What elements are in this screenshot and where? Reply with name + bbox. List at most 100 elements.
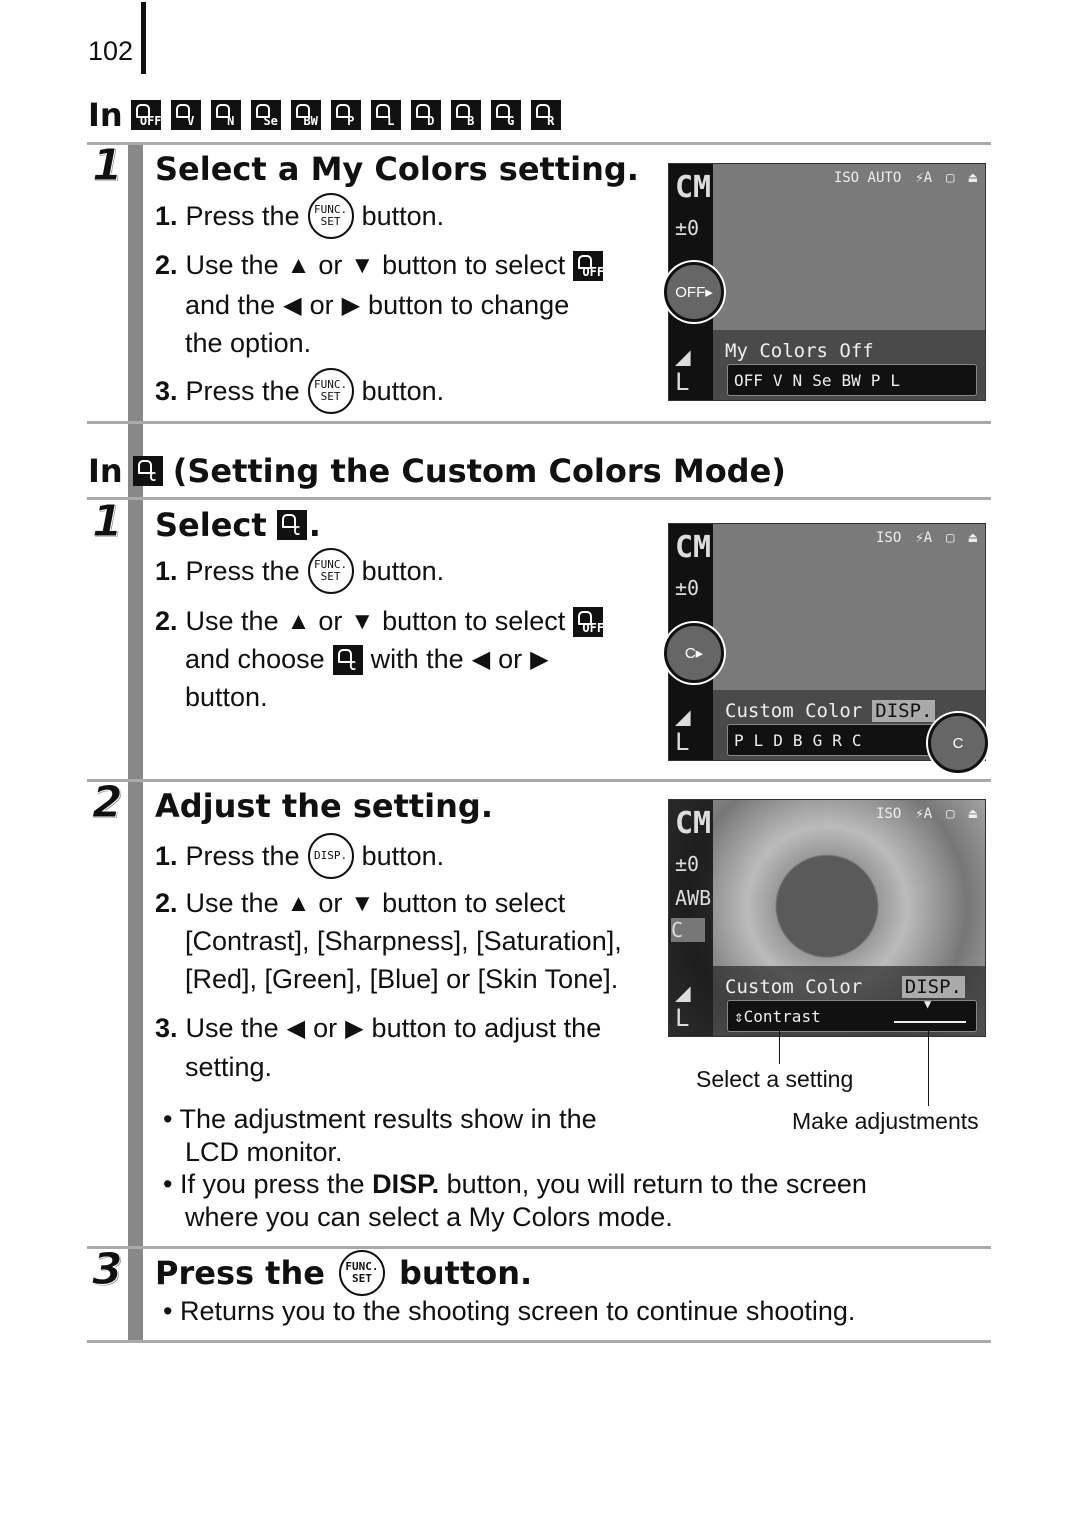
step-number: 3 (92, 1244, 124, 1296)
bullet-item: • Returns you to the shooting screen to … (163, 1296, 856, 1326)
my-colors-mode-icon: BW (290, 100, 321, 130)
page-number-bar (141, 2, 146, 74)
instruction-2: 2. Use the ▲ or ▼ button to select OFF (155, 250, 605, 281)
my-colors-mode-icon: D (410, 100, 441, 130)
down-arrow-icon: ▼ (350, 607, 375, 635)
right-arrow-icon: ▶ (341, 292, 361, 319)
func-set-button-icon: FUNC. SET (307, 193, 354, 239)
instruction-1: 1. Press the FUNC. SET button. (155, 193, 444, 239)
adjust-slider: ▼ (894, 997, 966, 1023)
callout-line (779, 1030, 780, 1064)
instruction-3: 3. Press the FUNC. SET button. (155, 368, 444, 414)
step-title: Select C. (155, 506, 321, 544)
section-title: (Setting the Custom Colors Mode) (172, 452, 786, 490)
my-colors-mode-icon: L (753, 730, 764, 750)
func-set-button-icon: FUNC. SET (338, 1250, 385, 1296)
my-colors-mode-icon: OFF (734, 370, 763, 390)
divider (87, 497, 991, 500)
section2-header: In C (Setting the Custom Colors Mode) (88, 452, 786, 490)
callout-line (928, 1030, 929, 1106)
my-colors-mode-icon: B (450, 100, 481, 130)
bullet-item-cont: where you can select a My Colors mode. (185, 1202, 673, 1232)
instruction-2-end: the option. (185, 328, 312, 358)
step-title: Select a My Colors setting. (155, 150, 639, 188)
my-colors-mode-icon: N (210, 100, 241, 130)
disp-button-icon: DISP. (307, 833, 354, 879)
my-colors-mode-icon: P (870, 370, 881, 390)
disp-badge: DISP. (872, 700, 936, 722)
my-colors-mode-icon: B (792, 730, 803, 750)
instruction-1: 1. Press the DISP. button. (155, 833, 444, 879)
down-arrow-icon: ▼ (350, 251, 375, 279)
my-colors-mode-icon: D (773, 730, 783, 750)
my-colors-mode-icon: R (832, 730, 842, 750)
instruction-2-cont: [Contrast], [Sharpness], [Saturation], (185, 926, 622, 956)
selection-highlight-circle: C (928, 713, 988, 773)
my-colors-mode-icon: G (812, 730, 823, 750)
selection-highlight-circle: C ▸ (664, 623, 724, 683)
my-colors-mode-icon: L (370, 100, 401, 130)
lcd-setting-name: Contrast (743, 1006, 821, 1026)
up-arrow-icon: ▲ (286, 251, 311, 279)
custom-color-icon: C (132, 456, 163, 486)
my-colors-mode-icon: R (530, 100, 561, 130)
callout-make-adjustments: Make adjustments (792, 1108, 979, 1134)
instruction-2-cont: and the ◀ or ▶ button to change (185, 290, 570, 320)
my-colors-off-icon: OFF (573, 606, 604, 637)
divider (87, 421, 991, 424)
section1-mode-header: In OFF V N Se BW P L D B G R (88, 96, 561, 134)
lcd-mode-strip: OFF V N Se BW P L (727, 364, 977, 396)
my-colors-mode-icon: Se (812, 370, 832, 390)
instruction-2: 2. Use the ▲ or ▼ button to select (155, 888, 566, 918)
instruction-3-end: setting. (185, 1052, 273, 1082)
my-colors-mode-icon: OFF (130, 100, 162, 130)
my-colors-mode-icon: P (330, 100, 361, 130)
my-colors-mode-icon: P (734, 730, 744, 750)
divider (87, 142, 991, 145)
lcd-caption: My Colors Off (725, 340, 874, 362)
page-number: 102 (88, 36, 134, 66)
right-arrow-icon: ▶ (345, 1015, 364, 1042)
bullet-item: • The adjustment results show in the (163, 1104, 597, 1134)
divider (87, 1246, 991, 1249)
my-colors-mode-icon: G (490, 100, 521, 130)
lcd-screen-adjust: CM ±0 AWB C ◢ L ISO ⚡A ▢ ⏏ Custom Color DISP. ⇕Co… (668, 799, 986, 1037)
in-label: In (88, 96, 123, 134)
my-colors-mode-icon: V (170, 100, 201, 130)
custom-color-icon: C (332, 644, 363, 675)
step-number: 2 (92, 777, 124, 829)
step-side-bar (128, 145, 143, 1342)
down-arrow-icon: ▼ (350, 889, 375, 917)
step-number: 1 (92, 140, 124, 192)
my-colors-mode-icon: BW (841, 370, 861, 390)
instruction-2-end: [Red], [Green], [Blue] or [Skin Tone]. (185, 964, 619, 994)
instruction-1: 1. Press the FUNC. SET button. (155, 548, 444, 594)
func-set-button-icon: FUNC. SET (307, 548, 354, 594)
step-title: Adjust the setting. (155, 787, 493, 825)
step-title: Press the FUNC. SET button. (155, 1250, 532, 1296)
bullet-item-cont: LCD monitor. (185, 1137, 343, 1167)
callout-select-setting: Select a setting (696, 1066, 854, 1092)
my-colors-mode-icon: N (792, 370, 803, 390)
my-colors-mode-icon: L (890, 370, 900, 390)
my-colors-off-icon: OFF (573, 250, 604, 281)
bullet-item: • If you press the DISP. button, you wil… (163, 1169, 867, 1199)
instruction-2: 2. Use the ▲ or ▼ button to select OFF (155, 606, 605, 637)
divider (87, 1340, 991, 1343)
left-arrow-icon: ◀ (283, 292, 302, 319)
up-arrow-icon: ▲ (286, 889, 311, 917)
left-arrow-icon: ◀ (286, 1015, 306, 1042)
manual-page: 102 In OFF V N Se BW P L D B G R 1 Select a My Col… (0, 0, 1080, 1521)
selection-highlight-circle: OFF ▸ (664, 262, 724, 322)
divider (87, 779, 991, 782)
right-arrow-icon: ▶ (530, 646, 549, 673)
up-arrow-icon: ▲ (286, 607, 311, 635)
custom-color-icon: C (276, 510, 307, 540)
instruction-3: 3. Use the ◀ or ▶ button to adjust the (155, 1013, 602, 1043)
my-colors-mode-icon: Se (250, 100, 281, 130)
instruction-2-cont: and choose Cwith the ◀ or ▶ (185, 644, 549, 675)
instruction-2-end: button. (185, 682, 268, 712)
func-set-button-icon: FUNC. SET (307, 368, 354, 414)
step-number: 1 (92, 496, 124, 548)
slider-marker: ▼ (924, 997, 932, 1011)
